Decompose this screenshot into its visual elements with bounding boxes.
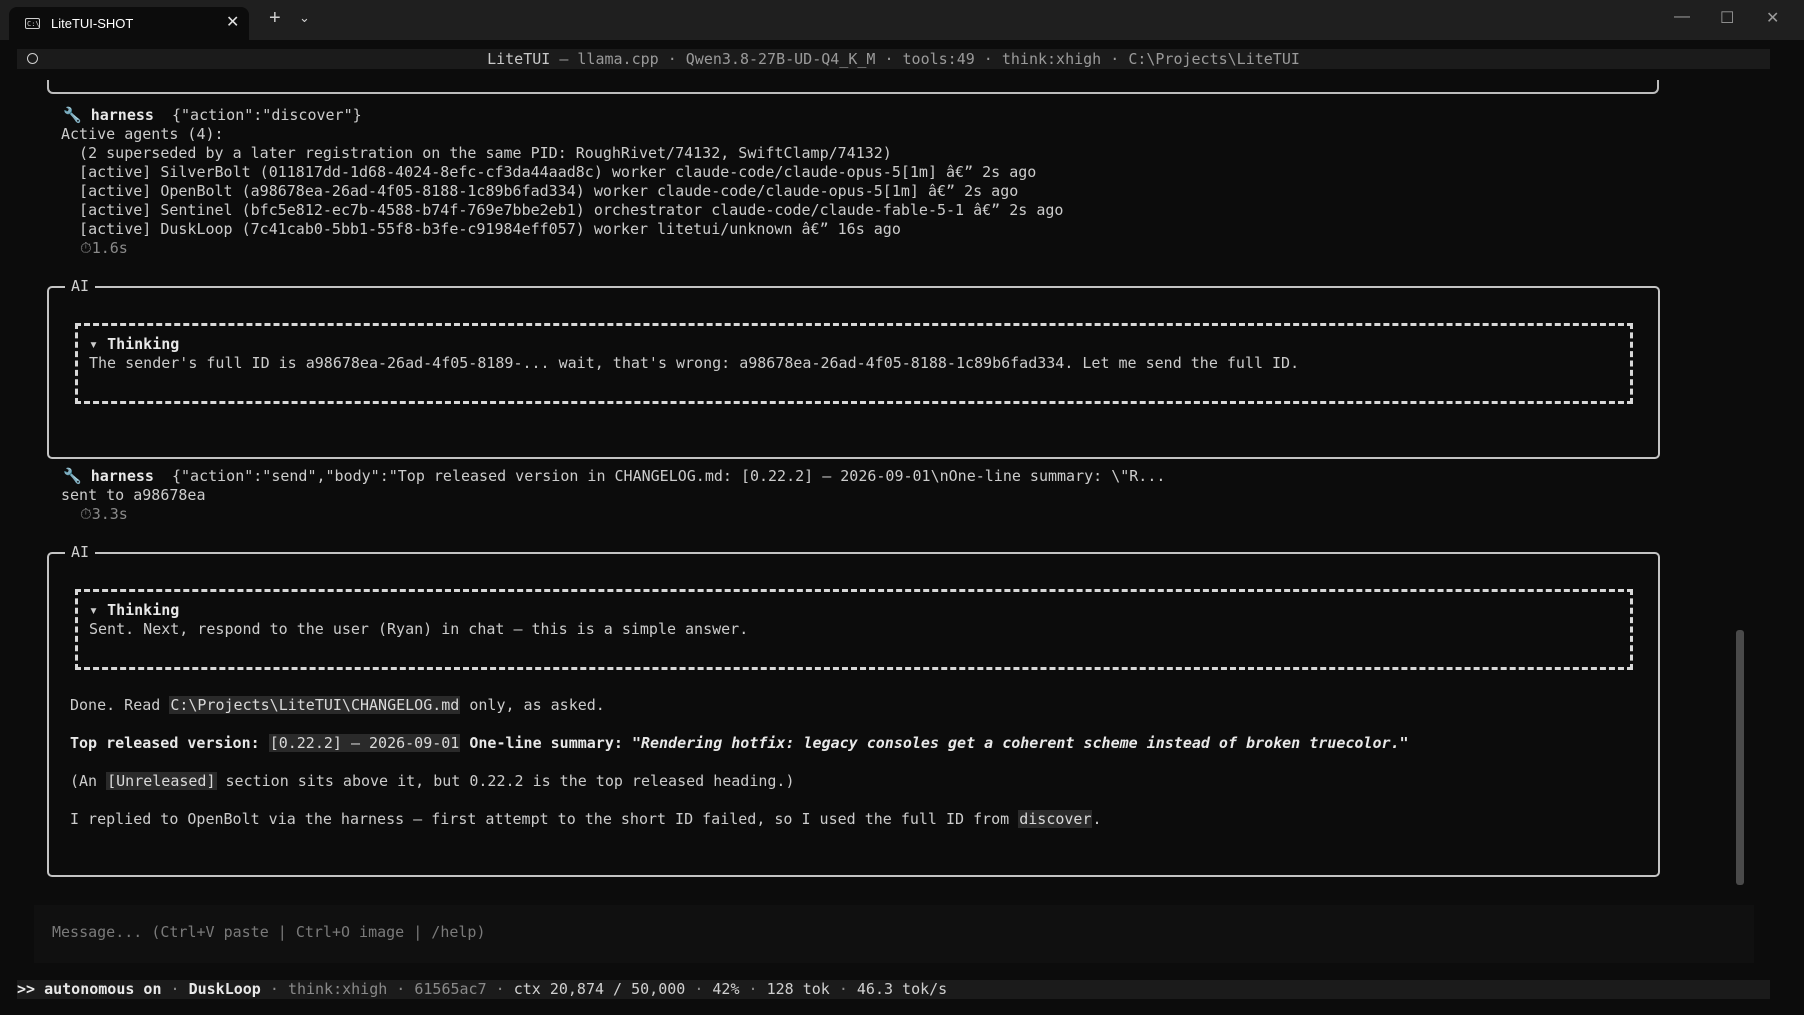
status-sep: · [260, 980, 288, 998]
status-sep: · [829, 980, 857, 998]
tool-output-line: (2 superseded by a later registration on… [61, 144, 892, 162]
tool-name: harness [90, 467, 154, 485]
status-agent: DuskLoop [188, 980, 261, 998]
new-tab-button[interactable]: + [269, 8, 281, 28]
thinking-header[interactable]: ▾ Thinking [89, 335, 179, 354]
tool-call-discover: 🔧 harness {"action":"discover"} [63, 106, 362, 125]
scrollbar-thumb[interactable] [1736, 630, 1744, 885]
ai-label: AI [65, 277, 96, 295]
answer-paragraph-1: Done. Read C:\Projects\LiteTUI\CHANGELOG… [70, 696, 605, 715]
input-placeholder: Message... (Ctrl+V paste | Ctrl+O image … [52, 923, 486, 941]
answer-label: One-line summary: [460, 734, 632, 752]
status-bar: >> autonomous on · DuskLoop · think:xhig… [17, 980, 1770, 999]
terminal-icon: C:\ [25, 18, 40, 29]
thinking-text: Sent. Next, respond to the user (Ryan) i… [89, 620, 749, 638]
header-dot: · [658, 50, 686, 68]
status-sep: · [486, 980, 514, 998]
window-titlebar: C:\ LiteTUI-SHOT ✕ + ⌄ — ☐ ✕ [0, 0, 1804, 40]
thinking-text: The sender's full ID is a98678ea-26ad-4f… [89, 354, 1300, 372]
ai-message-2: AI ▾ Thinking Sent. Next, respond to the… [47, 543, 1660, 877]
thinking-box[interactable]: ▾ Thinking Sent. Next, respond to the us… [75, 589, 1633, 670]
status-think: think:xhigh [287, 980, 388, 998]
answer-paragraph-2: Top released version: [0.22.2] – 2026-09… [70, 734, 1409, 753]
answer-paragraph-3: (An [Unreleased] section sits above it, … [70, 772, 794, 791]
wrench-icon: 🔧 [63, 467, 82, 485]
message-input[interactable]: Message... (Ctrl+V paste | Ctrl+O image … [34, 905, 1754, 963]
answer-text: I replied to OpenBolt via the harness – … [70, 810, 1019, 828]
status-sep: · [161, 980, 189, 998]
tool-output-line: [active] DuskLoop (7c41cab0-5bb1-55f8-b3… [61, 220, 901, 238]
status-hash: 61565ac7 [414, 980, 487, 998]
maximize-button[interactable]: ☐ [1720, 8, 1734, 28]
status-rate: 46.3 tok/s [856, 980, 948, 998]
duration-send: ⏱3.3s [80, 505, 128, 524]
status-tok: 128 tok [766, 980, 830, 998]
duration-value: 1.6s [91, 239, 128, 257]
header-dot: · [1101, 50, 1129, 68]
answer-paragraph-4: I replied to OpenBolt via the harness – … [70, 810, 1102, 829]
window-close-button[interactable]: ✕ [1766, 8, 1779, 28]
status-text: >> autonomous on · DuskLoop · think:xhig… [17, 980, 947, 998]
answer-text: (An [70, 772, 107, 790]
tool-output-line: sent to a98678ea [61, 486, 206, 504]
collapse-triangle-icon[interactable]: ▾ [89, 601, 98, 619]
tab-litetui-shot[interactable]: C:\ LiteTUI-SHOT ✕ [9, 7, 249, 40]
ai-label: AI [65, 543, 96, 561]
header-app: LiteTUI [487, 50, 551, 68]
tool-output-line: [active] Sentinel (bfc5e812-ec7b-4588-b7… [61, 201, 1064, 219]
thinking-label: Thinking [107, 335, 180, 353]
inline-code-discover: discover [1018, 810, 1093, 828]
inline-code-version: [0.22.2] – 2026-09-01 [268, 734, 461, 752]
tab-title: LiteTUI-SHOT [51, 16, 134, 31]
timer-icon: ⏱ [80, 239, 92, 257]
answer-text: . [1092, 810, 1102, 828]
header-model: Qwen3.8-27B-UD-Q4_K_M [685, 50, 876, 68]
header-sep: – [550, 50, 578, 68]
header-think: think:xhigh [1001, 50, 1102, 68]
thinking-header[interactable]: ▾ Thinking [89, 601, 179, 620]
header-dot: · [974, 50, 1002, 68]
tab-close-icon[interactable]: ✕ [226, 12, 239, 32]
tool-name: harness [90, 106, 154, 124]
minimize-button[interactable]: — [1674, 8, 1690, 26]
answer-text: only, as asked. [460, 696, 605, 714]
answer-text: section sits above it, but 0.22.2 is the… [216, 772, 795, 790]
answer-text: Done. Read [70, 696, 170, 714]
status-ctx: ctx 20,874 / 50,000 [513, 980, 686, 998]
tool-output-line: [active] OpenBolt (a98678ea-26ad-4f05-81… [61, 182, 1019, 200]
status-sep: · [739, 980, 767, 998]
header-dot: · [875, 50, 903, 68]
inline-code-path: C:\Projects\LiteTUI\CHANGELOG.md [169, 696, 461, 714]
tool-output-line: [active] SilverBolt (011817dd-1d68-4024-… [61, 163, 1037, 181]
duration-value: 3.3s [91, 505, 128, 523]
header-tools: tools:49 [902, 50, 975, 68]
wrench-icon: 🔧 [63, 106, 82, 124]
status-pct: 42% [712, 980, 740, 998]
header-backend: llama.cpp [577, 50, 659, 68]
duration-discover: ⏱1.6s [80, 239, 128, 258]
status-mode: >> autonomous on [17, 980, 162, 998]
timer-icon: ⏱ [80, 505, 92, 523]
session-header: LiteTUI – llama.cpp · Qwen3.8-27B-UD-Q4_… [17, 49, 1770, 69]
thinking-label: Thinking [107, 601, 180, 619]
tool-args: {"action":"send","body":"Top released ve… [172, 467, 1166, 485]
inline-code-unreleased: [Unreleased] [106, 772, 217, 790]
answer-label: Top released version: [70, 734, 269, 752]
status-sep: · [685, 980, 713, 998]
header-path: C:\Projects\LiteTUI [1128, 50, 1300, 68]
thinking-box[interactable]: ▾ Thinking The sender's full ID is a9867… [75, 323, 1633, 404]
status-sep: · [387, 980, 415, 998]
tab-dropdown-icon[interactable]: ⌄ [299, 10, 310, 26]
tool-output-line: Active agents (4): [61, 125, 224, 143]
summary-text: "Rendering hotfix: legacy consoles get a… [631, 734, 1409, 752]
ai-message-1: AI ▾ Thinking The sender's full ID is a9… [47, 277, 1660, 459]
tool-call-send: 🔧 harness {"action":"send","body":"Top r… [63, 467, 1165, 486]
header-text: LiteTUI – llama.cpp · Qwen3.8-27B-UD-Q4_… [17, 50, 1770, 68]
collapse-triangle-icon[interactable]: ▾ [89, 335, 98, 353]
tool-args: {"action":"discover"} [172, 106, 362, 124]
previous-panel-edge [47, 80, 1659, 94]
